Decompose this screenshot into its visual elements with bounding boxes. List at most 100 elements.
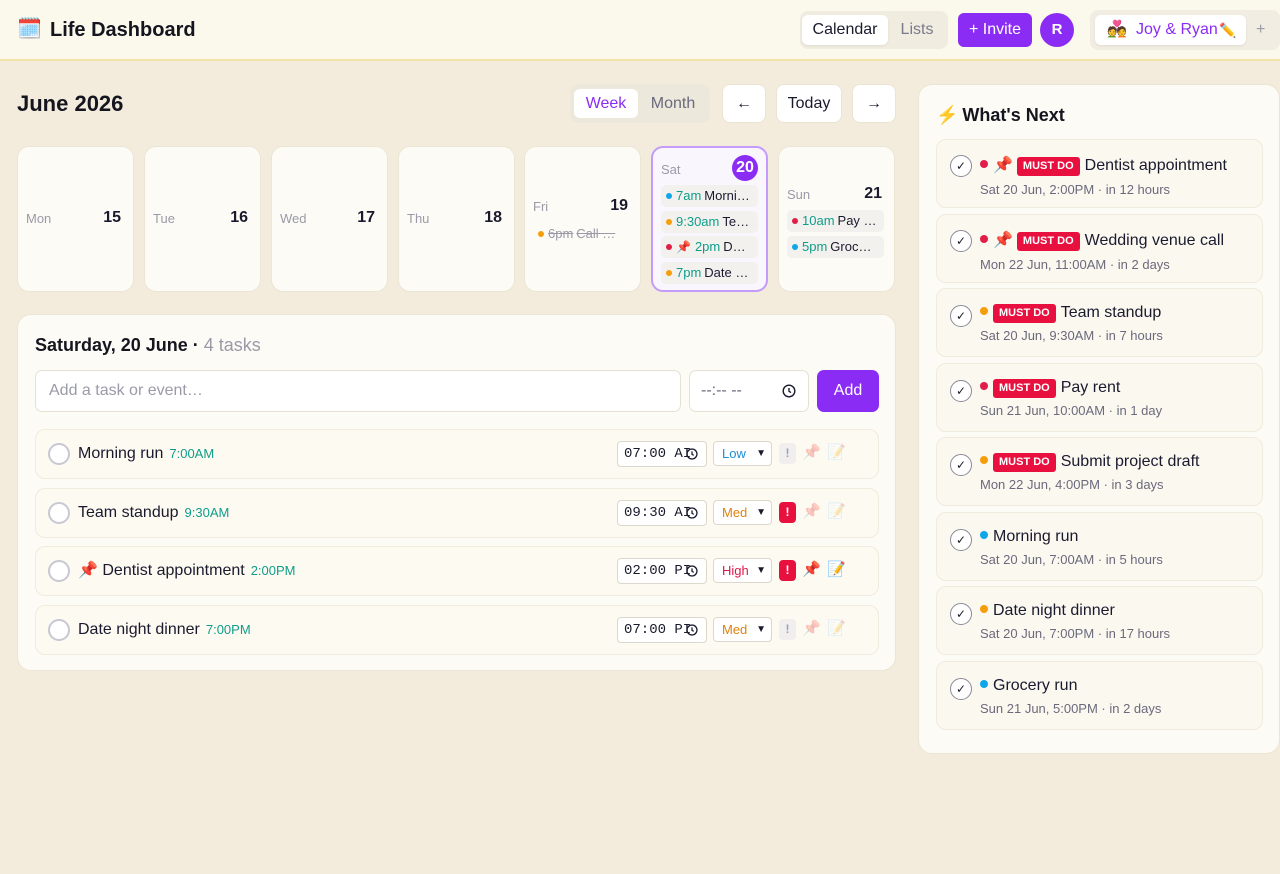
complete-check-icon[interactable]: ✓ <box>950 155 972 177</box>
new-task-time-input[interactable]: --:-- -- <box>689 370 809 412</box>
tab-week[interactable]: Week <box>574 89 638 118</box>
pencil-icon[interactable]: ✏️ <box>1219 15 1236 45</box>
add-space-button[interactable]: + <box>1256 20 1265 40</box>
day-event[interactable]: 6pm Call … <box>533 223 630 245</box>
event-time: 2pm <box>694 239 721 254</box>
complete-check-icon[interactable]: ✓ <box>950 454 972 476</box>
pin-icon[interactable]: 📌 <box>802 620 821 638</box>
pin-icon: 📌 <box>993 231 1013 249</box>
tab-calendar[interactable]: Calendar <box>802 15 888 45</box>
day-card-thu[interactable]: Thu 18 <box>398 146 515 292</box>
must-do-toggle[interactable]: ! <box>779 560 796 581</box>
tab-month[interactable]: Month <box>640 89 706 118</box>
chevron-down-icon: ▼ <box>756 565 766 576</box>
event-title: Pay … <box>837 213 877 228</box>
whats-next-item: ✓ Morning run Sat 20 Jun, 7:00AM · in 5 ho… <box>936 511 1263 581</box>
priority-select[interactable]: Low ▼ <box>713 441 772 466</box>
day-event[interactable]: 7pm Date … <box>661 261 758 284</box>
task-time-value: 07:00 PI <box>624 621 692 638</box>
event-time: 10am <box>802 213 835 228</box>
priority-dot <box>980 679 988 688</box>
priority-select[interactable]: Med ▼ <box>713 499 772 525</box>
day-event[interactable]: 7am Morni… <box>661 185 758 207</box>
note-icon[interactable]: 📝 <box>827 503 846 521</box>
must-do-badge: MUST DO <box>1016 231 1080 251</box>
next-week-button[interactable]: → <box>852 84 896 123</box>
complete-check-icon[interactable]: ✓ <box>950 379 972 402</box>
day-tasks-title: Saturday, 20 June · 4 tasks <box>35 335 261 355</box>
must-do-badge: MUST DO <box>993 453 1056 472</box>
note-icon[interactable]: 📝 <box>827 561 846 579</box>
complete-check-icon[interactable]: ✓ <box>950 603 972 625</box>
pin-icon[interactable]: 📌 <box>802 444 821 462</box>
day-card-fri[interactable]: Fri 19 6pm Call … <box>524 146 641 292</box>
day-event[interactable]: 10am Pay … <box>787 210 884 232</box>
event-time: 6pm <box>548 226 574 241</box>
day-name: Fri <box>533 199 549 214</box>
prev-week-button[interactable]: ← <box>722 84 766 123</box>
clock-icon <box>686 506 698 519</box>
task-complete-checkbox[interactable] <box>48 443 70 465</box>
couple-icon: 💑 <box>1107 21 1127 38</box>
pin-icon: 📌 <box>676 240 691 254</box>
add-task-button[interactable]: Add <box>817 370 879 412</box>
task-time-input[interactable]: 07:00 PI <box>617 616 707 643</box>
task-time-label: 7:00AM <box>169 446 215 461</box>
priority-value: Low <box>722 446 746 461</box>
day-card-sun[interactable]: Sun 21 10am Pay … 5pm Groc… <box>778 146 895 292</box>
task-complete-checkbox[interactable] <box>48 501 70 524</box>
space-chip[interactable]: 💑 Joy & Ryan ✏️ <box>1095 15 1246 45</box>
pin-icon[interactable]: 📌 <box>802 561 821 579</box>
task-time-input[interactable]: 09:30 AI <box>617 499 707 526</box>
day-tasks-panel: Saturday, 20 June · 4 tasks --:-- -- Add… <box>17 314 896 671</box>
pin-icon[interactable]: 📌 <box>802 503 821 521</box>
space-switcher: 💑 Joy & Ryan ✏️ + <box>1090 10 1280 50</box>
note-icon[interactable]: 📝 <box>827 620 846 638</box>
new-task-input[interactable] <box>35 370 681 412</box>
task-complete-checkbox[interactable] <box>48 618 70 641</box>
task-time-input[interactable]: 07:00 AI <box>617 441 707 467</box>
whats-next-item: ✓ MUST DO Team standup Sat 20 Jun, 9:30AM ·… <box>936 288 1263 357</box>
task-time-input[interactable]: 02:00 PI <box>617 558 707 584</box>
clock-icon <box>686 623 698 636</box>
invite-button[interactable]: + Invite <box>958 13 1032 47</box>
note-icon[interactable]: 📝 <box>827 444 846 462</box>
day-event[interactable]: 9:30am Te… <box>661 210 758 233</box>
whats-next-line: MUST DO Pay rent <box>980 378 1120 398</box>
task-time-value: 07:00 AI <box>624 446 692 462</box>
must-do-toggle[interactable]: ! <box>779 618 796 640</box>
must-do-toggle[interactable]: ! <box>779 443 796 464</box>
whats-next-due: Sat 20 Jun, 7:00AM · in 5 hours <box>980 551 1163 567</box>
priority-dot <box>980 307 988 315</box>
complete-check-icon[interactable]: ✓ <box>950 229 972 252</box>
day-event[interactable]: 📌 2pm D… <box>661 236 758 258</box>
day-event[interactable]: 5pm Groc… <box>787 235 884 258</box>
event-dot <box>792 243 798 250</box>
pin-icon: 📌 <box>78 562 103 579</box>
task-complete-checkbox[interactable] <box>48 560 70 582</box>
priority-dot <box>980 381 988 390</box>
priority-select[interactable]: Med ▼ <box>713 616 772 642</box>
complete-check-icon[interactable]: ✓ <box>950 305 972 327</box>
clock-icon <box>782 384 796 398</box>
task-name: Team standup 9:30AM <box>78 504 229 522</box>
complete-check-icon[interactable]: ✓ <box>950 528 972 551</box>
day-card-mon[interactable]: Mon 15 <box>17 146 134 292</box>
task-title: Dentist appointment <box>102 562 245 579</box>
priority-select[interactable]: High ▼ <box>713 558 772 583</box>
complete-check-icon[interactable]: ✓ <box>950 677 972 700</box>
avatar[interactable]: R <box>1040 13 1074 47</box>
event-title: Groc… <box>830 238 872 254</box>
whats-next-title: Grocery run <box>993 676 1078 694</box>
day-card-wed[interactable]: Wed 17 <box>271 146 388 292</box>
today-button[interactable]: Today <box>776 84 842 123</box>
day-name: Sun <box>787 187 811 202</box>
whats-next-due: Sat 20 Jun, 2:00PM · in 12 hours <box>980 182 1171 197</box>
day-card-tue[interactable]: Tue 16 <box>144 146 261 292</box>
tab-lists[interactable]: Lists <box>890 15 944 45</box>
whats-next-due: Sun 21 Jun, 10:00AM · in 1 day <box>980 402 1163 418</box>
priority-dot <box>980 530 988 539</box>
day-card-sat[interactable]: Sat 20 7am Morni… 9:30am Te… 📌 2pm D… 7pm Date … <box>651 146 768 292</box>
must-do-toggle[interactable]: ! <box>779 501 796 523</box>
event-time: 5pm <box>802 238 828 254</box>
